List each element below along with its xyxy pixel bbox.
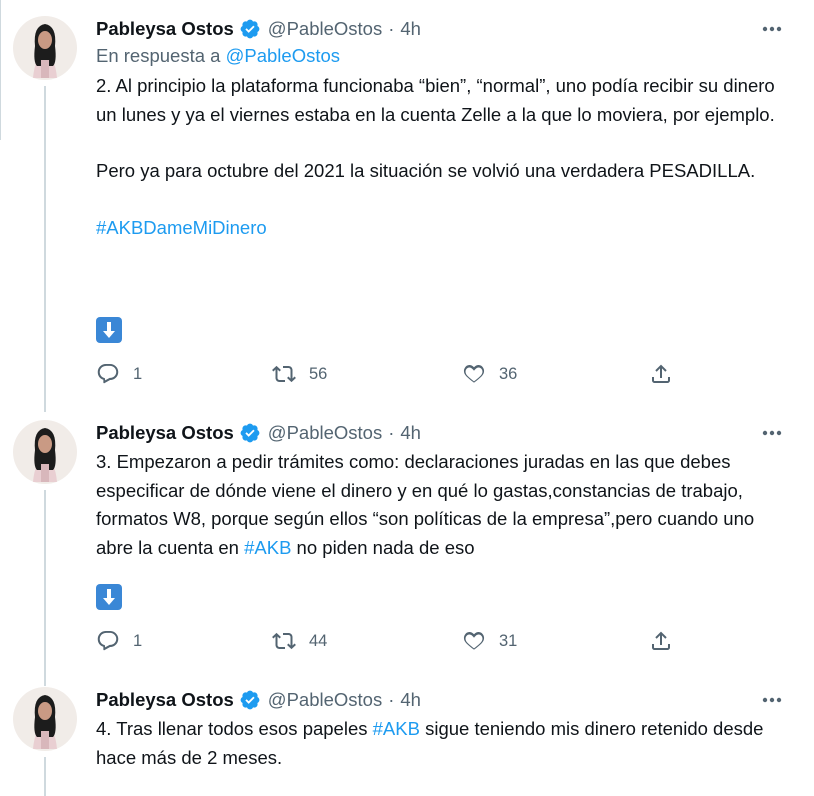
avatar[interactable] — [13, 420, 77, 484]
tweet-text: 2. Al principio la plataforma funcionaba… — [96, 72, 786, 242]
avatar-image — [13, 687, 77, 751]
tweet-text: 4. Tras llenar todos esos papeles #AKB s… — [96, 715, 786, 772]
tweet-paragraph: 2. Al principio la plataforma funcionaba… — [96, 75, 775, 125]
avatar-image — [13, 420, 77, 484]
verified-badge-icon — [240, 423, 260, 443]
reply-count: 1 — [133, 364, 143, 383]
handle[interactable]: @PableOstos — [268, 422, 382, 444]
tweet-2[interactable]: Pableysa Ostos @PableOstos · 4h 3. Empez… — [0, 420, 814, 686]
share-icon — [652, 364, 670, 383]
hashtag-link[interactable]: #AKB — [373, 718, 420, 739]
handle[interactable]: @PableOstos — [268, 18, 382, 40]
tweet-header: Pableysa Ostos @PableOstos · 4h — [96, 16, 421, 42]
avatar[interactable] — [13, 16, 77, 80]
more-options-button[interactable] — [760, 18, 784, 40]
timestamp[interactable]: 4h — [400, 689, 421, 711]
share-button[interactable] — [649, 627, 673, 655]
tweet-text-part: 4. Tras llenar todos esos papeles — [96, 718, 373, 739]
retweet-icon — [272, 632, 296, 650]
reply-context: En respuesta a @PableOstos — [96, 45, 340, 67]
reply-prefix: En respuesta a — [96, 45, 221, 66]
tweet-text: 3. Empezaron a pedir trámites como: decl… — [96, 448, 786, 562]
like-count: 36 — [499, 364, 518, 383]
retweet-button[interactable]: 44 — [272, 627, 327, 655]
tweet-actions: 1 56 36 — [96, 360, 696, 388]
display-name[interactable]: Pableysa Ostos — [96, 18, 234, 40]
separator-dot: · — [388, 689, 395, 710]
tweet-paragraph: Pero ya para octubre del 2021 la situaci… — [96, 160, 756, 181]
timestamp[interactable]: 4h — [400, 18, 421, 40]
thread-line — [44, 490, 46, 686]
reply-button[interactable]: 1 — [96, 627, 142, 655]
retweet-count: 44 — [309, 631, 328, 650]
separator-dot: · — [388, 422, 395, 443]
like-button[interactable]: 36 — [462, 360, 517, 388]
retweet-count: 56 — [309, 364, 328, 383]
reply-button[interactable]: 1 — [96, 360, 142, 388]
verified-badge-icon — [240, 19, 260, 39]
reply-mention-link[interactable]: @PableOstos — [226, 45, 340, 66]
hashtag-link[interactable]: #AKBDameMiDinero — [96, 217, 267, 238]
separator-dot: · — [388, 18, 395, 39]
down-arrow-emoji-icon — [96, 584, 122, 610]
thread-line — [44, 86, 46, 412]
tweet-header: Pableysa Ostos @PableOstos · 4h — [96, 420, 421, 446]
display-name[interactable]: Pableysa Ostos — [96, 422, 234, 444]
share-icon — [652, 631, 670, 650]
retweet-button[interactable]: 56 — [272, 360, 327, 388]
more-options-icon — [762, 26, 782, 32]
timestamp[interactable]: 4h — [400, 422, 421, 444]
thread-line — [44, 757, 46, 796]
more-options-icon — [762, 697, 782, 703]
avatar[interactable] — [13, 687, 77, 751]
reply-count: 1 — [133, 631, 143, 650]
tweet-1[interactable]: Pableysa Ostos @PableOstos · 4h En respu… — [0, 16, 814, 412]
hashtag-link[interactable]: #AKB — [244, 537, 291, 558]
like-icon — [463, 365, 485, 383]
more-options-button[interactable] — [760, 422, 784, 444]
tweet-3[interactable]: Pableysa Ostos @PableOstos · 4h 4. Tras … — [0, 687, 814, 796]
tweet-text-part: no piden nada de eso — [291, 536, 475, 558]
like-button[interactable]: 31 — [462, 627, 517, 655]
more-options-button[interactable] — [760, 689, 784, 711]
handle[interactable]: @PableOstos — [268, 689, 382, 711]
reply-icon — [97, 364, 119, 384]
display-name[interactable]: Pableysa Ostos — [96, 689, 234, 711]
like-count: 31 — [499, 631, 518, 650]
down-arrow-emoji-icon — [96, 317, 122, 343]
more-options-icon — [762, 430, 782, 436]
tweet-actions: 1 44 31 — [96, 627, 696, 655]
like-icon — [463, 632, 485, 650]
share-button[interactable] — [649, 360, 673, 388]
reply-icon — [97, 631, 119, 651]
verified-badge-icon — [240, 690, 260, 710]
avatar-image — [13, 16, 77, 80]
tweet-header: Pableysa Ostos @PableOstos · 4h — [96, 687, 421, 713]
retweet-icon — [272, 365, 296, 383]
